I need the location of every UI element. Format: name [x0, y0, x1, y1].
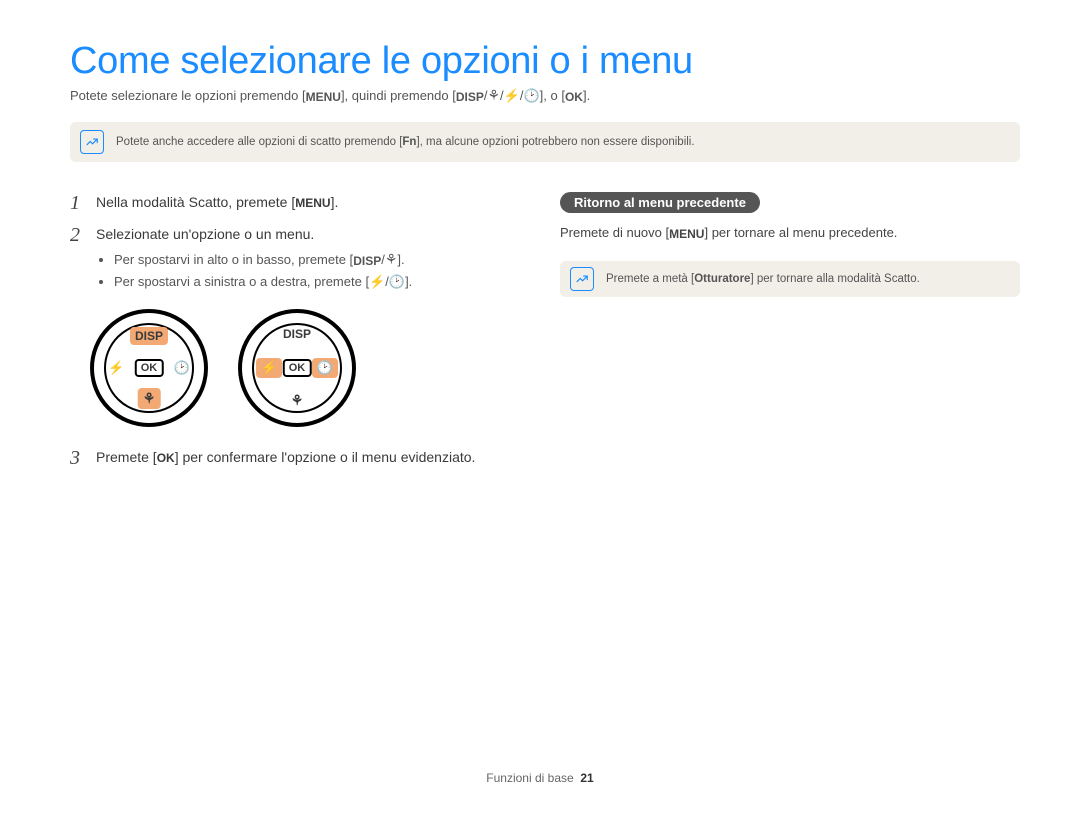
- ok-key: OK: [157, 449, 175, 467]
- step-2: 2 Selezionate un'opzione o un menu. Per …: [70, 224, 510, 294]
- page-footer: Funzioni di base 21: [0, 771, 1080, 785]
- menu-key: MENU: [295, 194, 330, 212]
- dial-horizontal: DISP OK: [238, 309, 356, 427]
- disp-key: DISP: [353, 252, 381, 270]
- dial-illustrations: DISP OK DISP OK: [90, 309, 510, 427]
- step-3: 3 Premete [OK] per confermare l'opzione …: [70, 447, 510, 469]
- fn-key: Fn: [402, 136, 416, 148]
- macro-icon: [385, 252, 398, 267]
- dial-vertical: DISP OK: [90, 309, 208, 427]
- timer-button: [312, 358, 338, 378]
- flash-button: [108, 360, 124, 376]
- page-title: Come selezionare le opzioni o i menu: [70, 40, 1020, 83]
- macro-button: [138, 388, 161, 409]
- flash-icon: [369, 274, 385, 289]
- subheading-pill: Ritorno al menu precedente: [560, 192, 760, 213]
- menu-key: MENU: [669, 225, 704, 243]
- macro-icon: [487, 88, 500, 103]
- flash-button: [256, 358, 282, 378]
- disp-button: DISP: [130, 327, 168, 345]
- note-box-fn: Potete anche accedere alle opzioni di sc…: [70, 122, 1020, 162]
- right-column: Ritorno al menu precedente Premete di nu…: [560, 192, 1020, 479]
- note-icon: [570, 267, 594, 291]
- menu-key: MENU: [306, 90, 341, 104]
- bullet-leftright: Per spostarvi a sinistra o a destra, pre…: [114, 272, 510, 292]
- flash-icon: [504, 88, 520, 103]
- macro-button: [291, 392, 304, 409]
- right-text: Premete di nuovo [MENU] per tornare al m…: [560, 223, 1020, 243]
- timer-button: [174, 360, 190, 376]
- ok-button: OK: [135, 359, 164, 377]
- ok-button: OK: [283, 359, 312, 377]
- timer-icon: [523, 88, 539, 103]
- ok-key: OK: [565, 90, 583, 104]
- disp-key: DISP: [456, 90, 484, 104]
- step-1: 1 Nella modalità Scatto, premete [MENU].: [70, 192, 510, 214]
- shutter-key: Otturatore: [694, 273, 750, 285]
- note-icon: [80, 130, 104, 154]
- note-box-shutter: Premete a metà [Otturatore] per tornare …: [560, 261, 1020, 297]
- disp-button: DISP: [283, 327, 311, 341]
- intro-text: Potete selezionare le opzioni premendo […: [70, 87, 1020, 104]
- left-column: 1 Nella modalità Scatto, premete [MENU].…: [70, 192, 510, 479]
- bullet-updown: Per spostarvi in alto o in basso, premet…: [114, 249, 510, 270]
- timer-icon: [389, 274, 405, 289]
